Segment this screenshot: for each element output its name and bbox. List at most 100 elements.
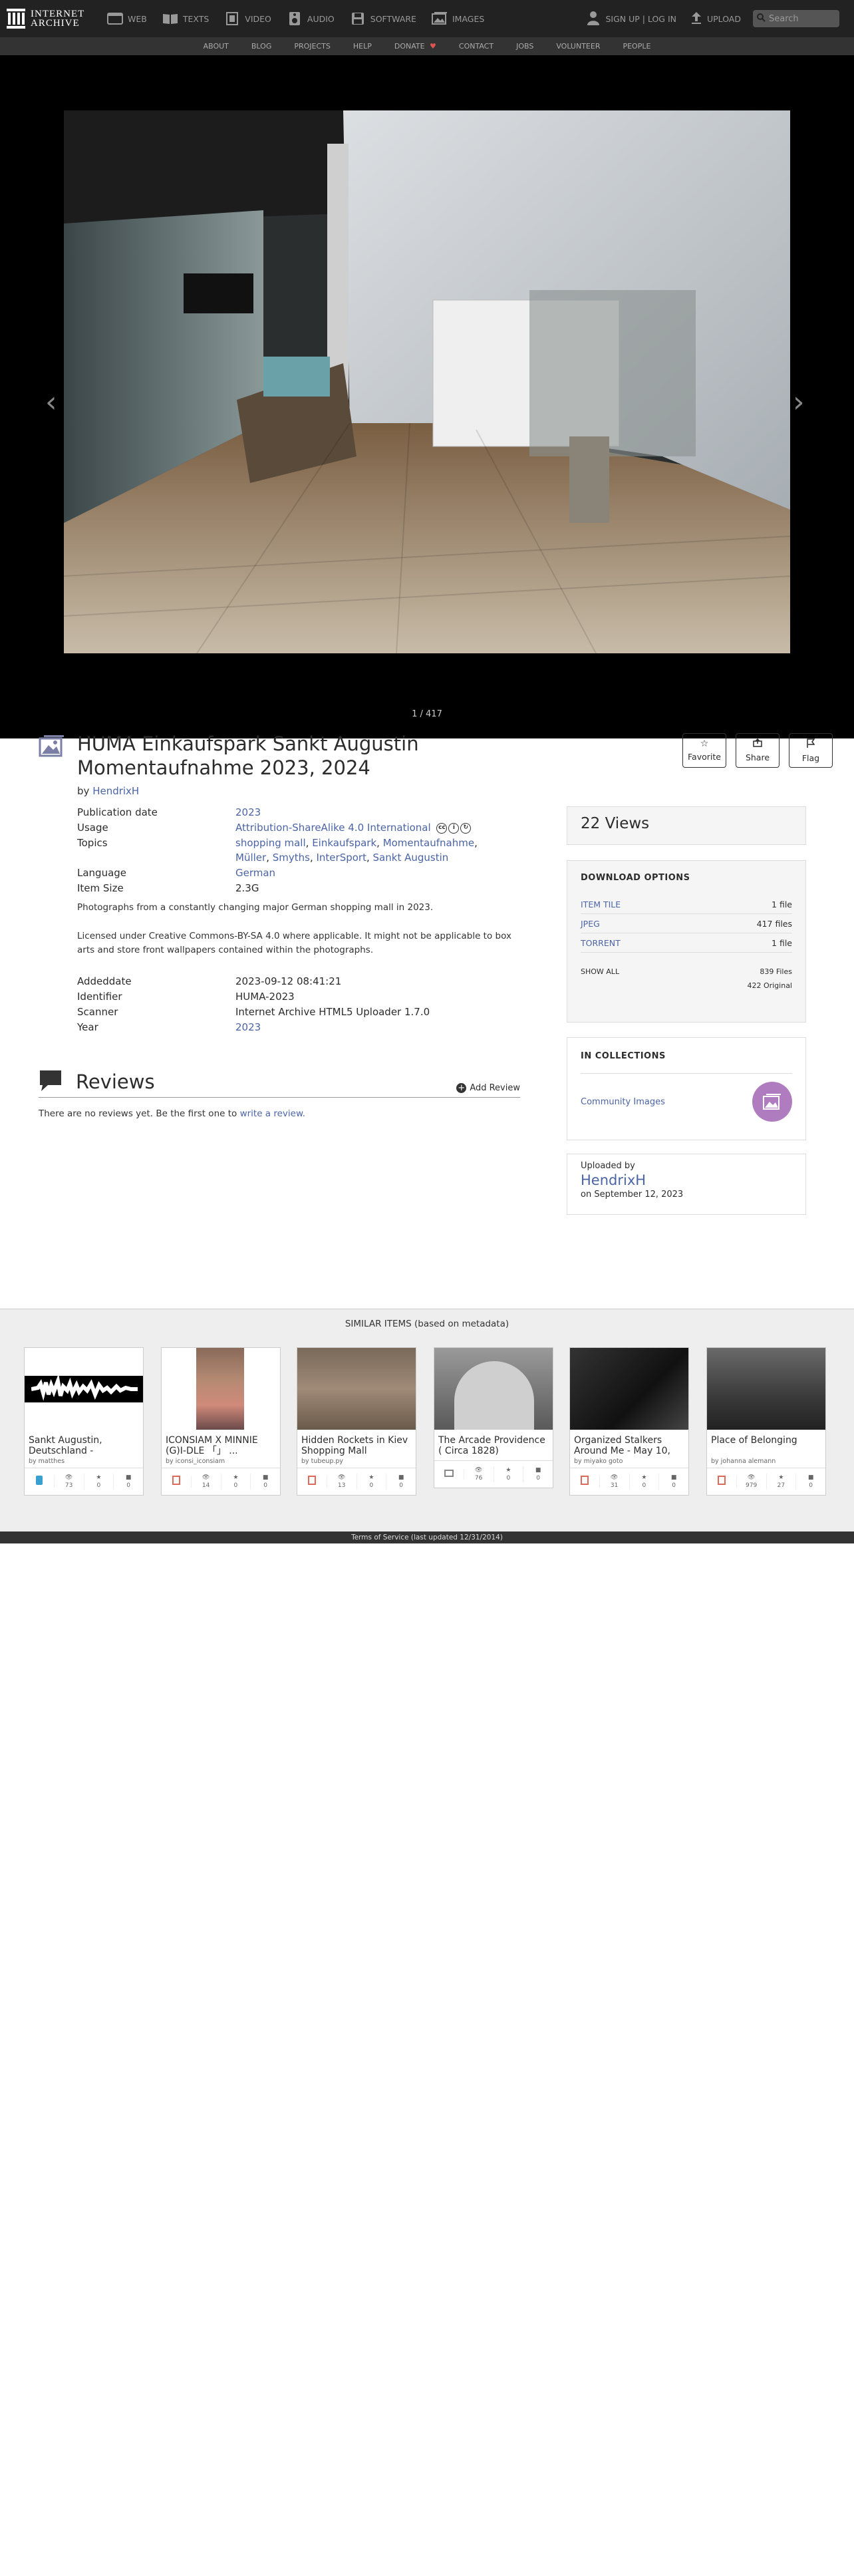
- nav-audio[interactable]: AUDIO: [286, 0, 335, 37]
- favorite-button[interactable]: ☆ Favorite: [682, 733, 726, 768]
- star-icon: ☆: [700, 738, 709, 749]
- topic-link[interactable]: Müller: [235, 852, 266, 864]
- tile-favs: 0: [506, 1475, 511, 1482]
- movies-icon: [297, 1476, 327, 1488]
- topic-link[interactable]: Momentaufnahme: [383, 837, 474, 849]
- tile-views: 979: [746, 1482, 758, 1489]
- topic-link[interactable]: Smyths: [273, 852, 310, 864]
- share-button[interactable]: Share: [736, 733, 780, 768]
- speaker-icon: [286, 12, 303, 25]
- tile-favs: 0: [369, 1482, 374, 1489]
- metadata-row-scanner: Scanner Internet Archive HTML5 Uploader …: [77, 1006, 430, 1018]
- subnav-donate[interactable]: DONATE ♥: [394, 42, 436, 51]
- no-reviews-text: There are no reviews yet. Be the first o…: [39, 1108, 306, 1119]
- subnav-volunteer[interactable]: VOLUNTEER: [556, 42, 600, 51]
- tile-thumbnail: [25, 1348, 143, 1430]
- image-collection-icon: [39, 734, 65, 757]
- prev-page-arrow[interactable]: ‹: [45, 388, 57, 417]
- subnav-people[interactable]: PEOPLE: [623, 42, 650, 51]
- upload-link[interactable]: UPLOAD: [707, 14, 741, 24]
- similar-item-tile[interactable]: Sankt Augustin, Deutschland - by matthes…: [24, 1347, 144, 1496]
- subnav-blog[interactable]: BLOG: [251, 42, 271, 51]
- download-row[interactable]: TORRENT 1 file: [581, 933, 792, 953]
- year-link[interactable]: 2023: [235, 1021, 261, 1033]
- subnav-contact[interactable]: CONTACT: [459, 42, 494, 51]
- star-icon: ★: [641, 1474, 647, 1481]
- user-icon: [587, 11, 600, 27]
- license-link[interactable]: Attribution-ShareAlike 4.0 International: [235, 822, 431, 834]
- nav-images[interactable]: IMAGES: [431, 0, 484, 37]
- next-page-arrow[interactable]: ›: [793, 388, 805, 417]
- publication-date-link[interactable]: 2023: [235, 806, 261, 818]
- nav-software[interactable]: SOFTWARE: [349, 0, 416, 37]
- footer-terms[interactable]: Terms of Service (last updated 12/31/201…: [0, 1531, 854, 1543]
- item-size-value: 2.3G: [235, 882, 259, 894]
- main-photo[interactable]: [64, 110, 790, 653]
- tile-creator: by iconsi_iconsiam: [166, 1458, 225, 1465]
- media-type-nav: WEB TEXTS VIDEO AUDIO SOFTWARE IMAGES: [106, 0, 499, 37]
- tile-views: 73: [65, 1482, 73, 1489]
- item-title-block: HUMA Einkaufspark Sankt Augustin Momenta…: [39, 732, 571, 797]
- uploader-link[interactable]: HendrixH: [581, 1172, 646, 1188]
- subnav-donate-label: DONATE: [394, 42, 425, 51]
- web-icon: [106, 12, 124, 25]
- license-paragraph: Licensed under Creative Commons-BY-SA 4.…: [77, 931, 511, 955]
- topic-link[interactable]: Sankt Augustin: [373, 852, 449, 864]
- archive-building-icon: [7, 9, 25, 29]
- flag-button[interactable]: Flag: [789, 733, 833, 768]
- metadata-row-usage: Usage Attribution-ShareAlike 4.0 Interna…: [77, 820, 503, 835]
- share-icon: [753, 738, 762, 749]
- similar-item-tile[interactable]: The Arcade Providence ( Circa 1828) 👁 76 …: [434, 1347, 553, 1488]
- subnav-help[interactable]: HELP: [353, 42, 372, 51]
- nav-video[interactable]: VIDEO: [223, 0, 271, 37]
- topic-link[interactable]: shopping mall: [235, 837, 306, 849]
- share-label: Share: [745, 752, 770, 762]
- search-icon: [757, 13, 766, 25]
- nav-web[interactable]: WEB: [106, 0, 147, 37]
- community-images-icon[interactable]: [752, 1082, 792, 1122]
- search-input[interactable]: Search: [753, 10, 839, 27]
- search-placeholder: Search: [769, 13, 799, 24]
- similar-item-tile[interactable]: ICONSIAM X MINNIE (G)I-DLE 「」 ... by ico…: [161, 1347, 281, 1496]
- metadata-row-topics: Topics shopping mall, Einkaufspark, Mome…: [77, 837, 478, 864]
- topic-link[interactable]: InterSport: [317, 852, 366, 864]
- similar-item-tile[interactable]: Hidden Rockets in Kiev Shopping Mall by …: [297, 1347, 416, 1496]
- image-icon: [431, 12, 448, 25]
- collections-box: IN COLLECTIONS Community Images: [567, 1037, 806, 1140]
- tile-reviews: 0: [672, 1482, 676, 1489]
- subnav-about[interactable]: ABOUT: [204, 42, 229, 51]
- download-row[interactable]: JPEG 417 files: [581, 914, 792, 933]
- subnav-projects[interactable]: PROJECTS: [294, 42, 331, 51]
- internet-archive-logo[interactable]: INTERNET ARCHIVE: [7, 9, 106, 29]
- collection-item[interactable]: Community Images: [581, 1082, 792, 1122]
- write-review-link[interactable]: write a review.: [240, 1108, 306, 1119]
- download-row[interactable]: ITEM TILE 1 file: [581, 895, 792, 914]
- collection-link[interactable]: Community Images: [581, 1097, 665, 1107]
- nav-texts[interactable]: TEXTS: [162, 0, 209, 37]
- signin-link[interactable]: SIGN UP | LOG IN: [605, 14, 676, 24]
- creator-link[interactable]: HendrixH: [92, 785, 139, 797]
- add-review-button[interactable]: + Add Review: [456, 1083, 520, 1093]
- language-link[interactable]: German: [235, 867, 275, 879]
- floppy-icon: [349, 12, 366, 25]
- upload-icon: [691, 11, 702, 27]
- tile-title: Sankt Augustin, Deutschland -: [29, 1435, 102, 1456]
- tile-views: 13: [337, 1482, 346, 1489]
- tile-title: The Arcade Providence ( Circa 1828): [438, 1435, 545, 1456]
- eye-icon: 👁: [747, 1474, 756, 1481]
- topic-link[interactable]: Einkaufspark: [312, 837, 376, 849]
- comment-icon: ■: [398, 1474, 404, 1481]
- comment-icon: ■: [125, 1474, 132, 1481]
- show-all-link[interactable]: SHOW ALL: [581, 967, 619, 976]
- metadata-row-year: Year 2023: [77, 1021, 261, 1033]
- similar-item-tile[interactable]: Place of Belonging by johanna alemann 👁 9…: [706, 1347, 826, 1496]
- heart-icon: ♥: [430, 42, 436, 51]
- star-icon: ★: [233, 1474, 239, 1481]
- similar-item-tile[interactable]: Organized Stalkers Around Me - May 10, b…: [569, 1347, 689, 1496]
- movies-icon: [570, 1476, 600, 1488]
- similar-items: SIMILAR ITEMS (based on metadata) Sankt …: [0, 1309, 854, 1532]
- subnav-jobs[interactable]: JOBS: [516, 42, 533, 51]
- star-icon: ★: [368, 1474, 374, 1481]
- plus-circle-icon: +: [456, 1083, 467, 1093]
- speech-bubble-icon: [39, 1069, 63, 1094]
